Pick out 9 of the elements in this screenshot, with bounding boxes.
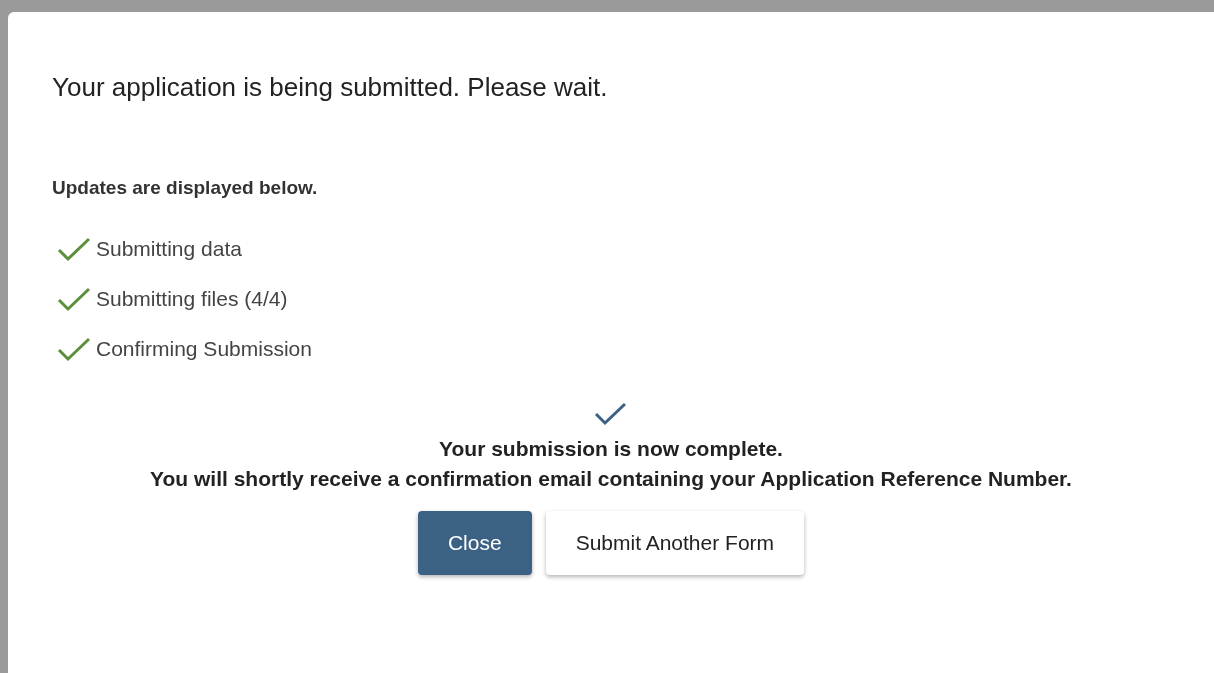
- close-button[interactable]: Close: [417, 511, 532, 575]
- dialog-title: Your application is being submitted. Please wait.: [52, 72, 609, 103]
- status-message: You will shortly receive a confirmation email containing your Application Reference Number.: [150, 467, 1072, 491]
- status-message: Your submission is now complete.: [439, 437, 783, 461]
- updates-heading: Updates are displayed below.: [52, 177, 319, 199]
- step-label: Submitting data: [96, 237, 242, 261]
- step-label: Confirming Submission: [96, 337, 312, 361]
- step-label: Submitting files (4/4): [96, 287, 288, 311]
- submit-another-button[interactable]: Submit Another Form: [545, 511, 805, 575]
